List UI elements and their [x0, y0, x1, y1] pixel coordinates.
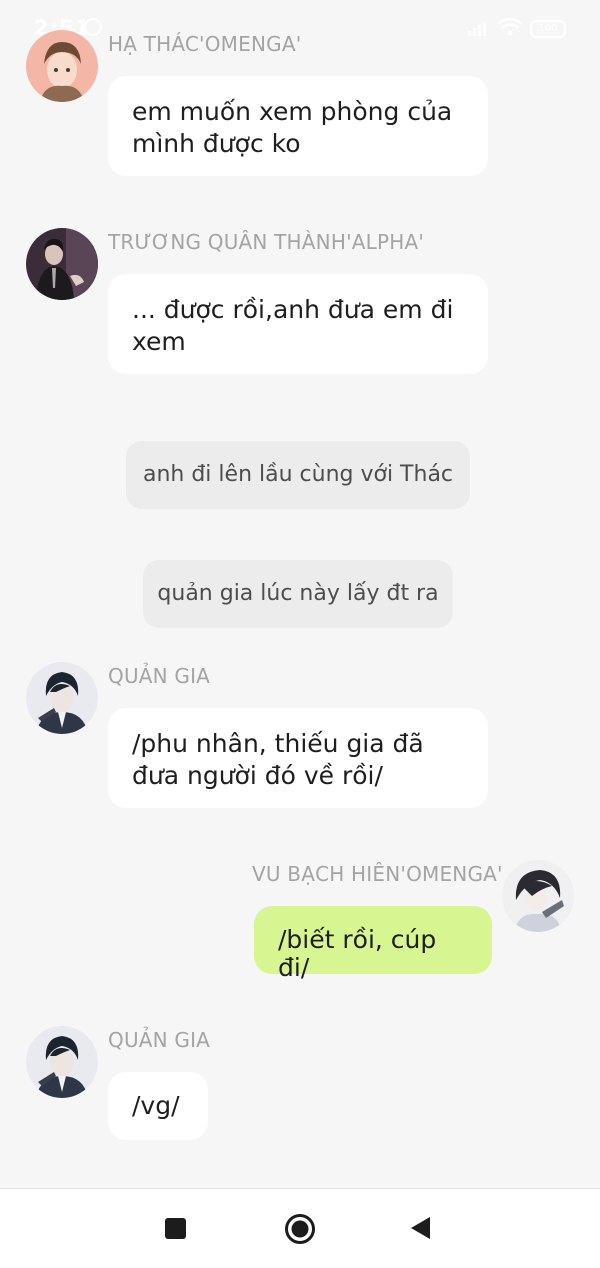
avatar-quan-gia[interactable]	[26, 1026, 98, 1098]
sender-name: HẠ THÁC'OMENGA'	[108, 32, 302, 56]
notification-icon	[84, 18, 102, 36]
navigation-bar	[0, 1188, 600, 1268]
message-bubble-self[interactable]: /biết rồi, cúp đi/	[254, 906, 492, 982]
message-bubble[interactable]: /phu nhân, thiếu gia đã đưa người đó về …	[108, 708, 488, 808]
battery-level: 100	[538, 23, 558, 34]
message-bubble[interactable]: em muốn xem phòng của mình được ko	[108, 76, 488, 176]
message-bubble[interactable]: ... được rồi,anh đưa em đi xem	[108, 274, 488, 374]
sender-name: QUẢN GIA	[108, 664, 211, 688]
back-icon[interactable]	[410, 1216, 432, 1240]
sender-name: QUẢN GIA	[108, 1028, 211, 1052]
battery-icon: 100	[530, 20, 566, 38]
home-icon[interactable]	[284, 1213, 316, 1245]
message-bubble[interactable]: /vg/	[108, 1072, 208, 1140]
recents-icon[interactable]	[165, 1218, 186, 1239]
narration-pill: anh đi lên lầu cùng với Thác	[126, 441, 470, 509]
avatar-ha-thac[interactable]	[26, 30, 98, 102]
avatar-vu-bach-hien[interactable]	[502, 860, 574, 932]
sender-name: TRƯƠNG QUÂN THÀNH'ALPHA'	[108, 230, 425, 254]
wifi-icon	[497, 17, 523, 36]
avatar-quan-gia[interactable]	[26, 662, 98, 734]
avatar-truong-quan-thanh[interactable]	[26, 228, 98, 300]
signal-icon	[468, 22, 486, 36]
sender-name: VU BẠCH HIÊN'OMENGA'	[252, 862, 503, 886]
narration-pill: quản gia lúc này lấy đt ra	[143, 560, 453, 628]
